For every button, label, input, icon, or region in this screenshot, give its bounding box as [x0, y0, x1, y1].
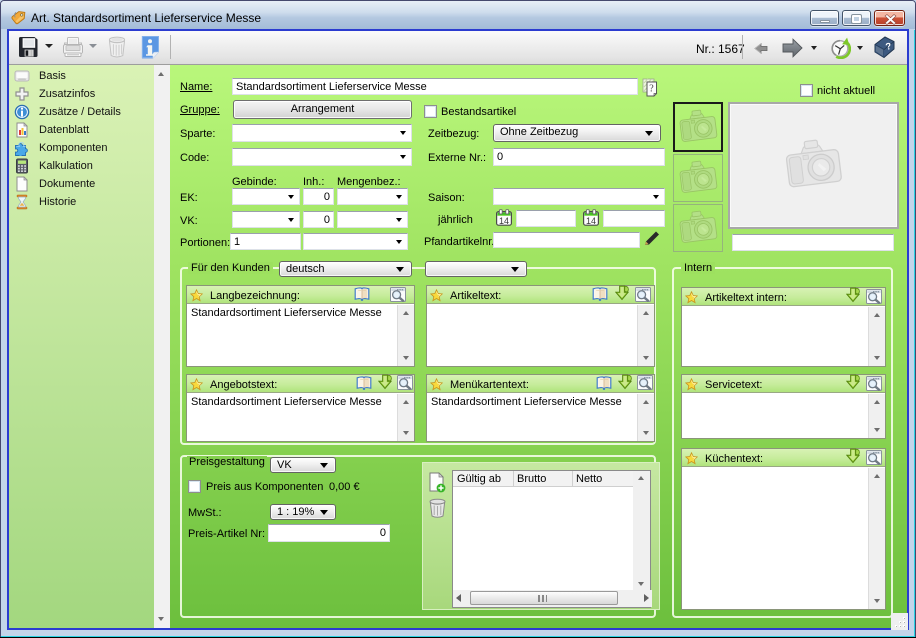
svg-text:?: ? — [649, 84, 654, 95]
